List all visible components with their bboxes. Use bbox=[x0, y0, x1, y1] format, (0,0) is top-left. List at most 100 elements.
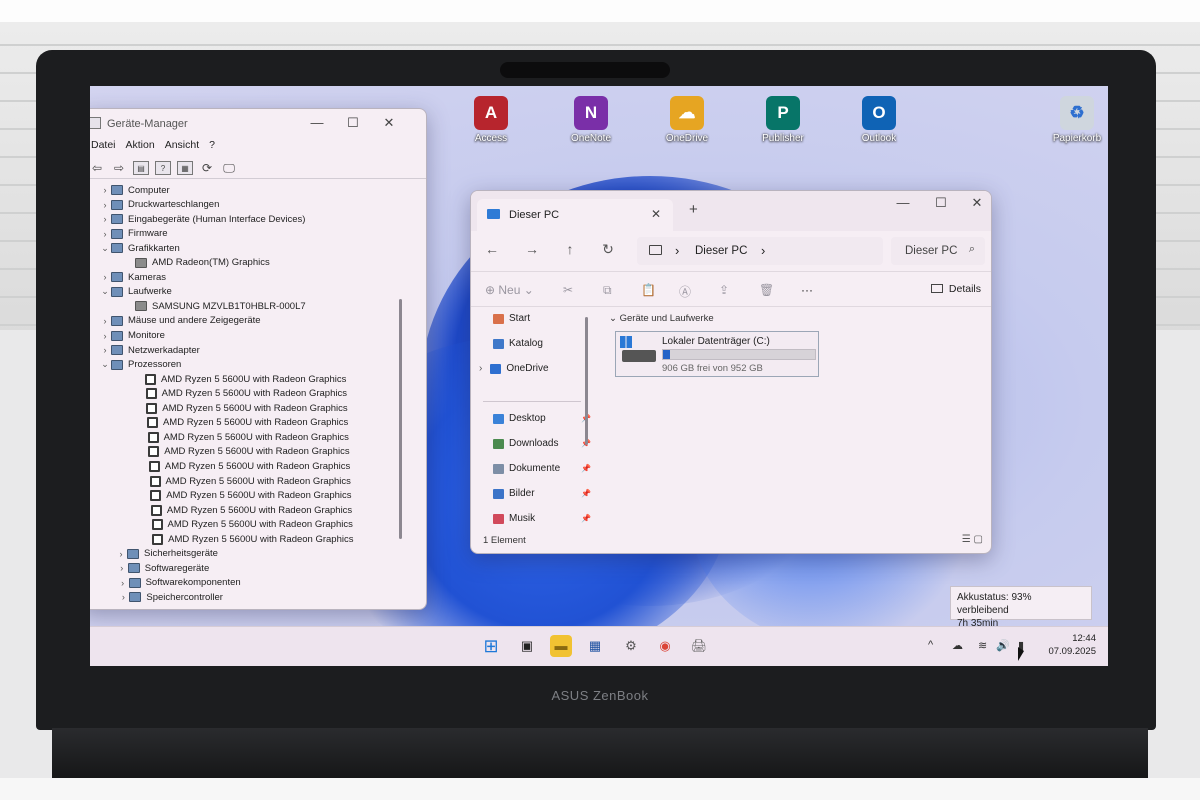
tree-node[interactable]: SAMSUNG MZVLB1T0HBLR-000L7 bbox=[123, 299, 306, 313]
nav-item-start[interactable]: Start bbox=[493, 313, 530, 324]
tree-node[interactable]: › Sicherheitsgeräte bbox=[115, 547, 218, 561]
desktop-icon-publisher[interactable]: P Publisher bbox=[750, 96, 816, 144]
forward-icon[interactable]: → bbox=[523, 241, 541, 257]
nav-item-katalog[interactable]: Katalog bbox=[493, 338, 543, 349]
pin-icon[interactable]: 📌 bbox=[581, 514, 591, 523]
chrome-icon[interactable]: ◉ bbox=[654, 635, 676, 657]
tree-node[interactable]: AMD Ryzen 5 5600U with Radeon Graphics bbox=[139, 503, 352, 517]
chevron-right-icon[interactable]: › bbox=[99, 229, 111, 239]
tree-node[interactable]: › Mäuse und andere Zeigegeräte bbox=[99, 314, 261, 328]
chevron-down-icon[interactable]: ⌄ bbox=[99, 243, 111, 254]
view-toggle-icons[interactable]: ☰ ▢ bbox=[962, 534, 983, 545]
tree-node[interactable]: AMD Ryzen 5 5600U with Radeon Graphics bbox=[138, 489, 352, 503]
nav-item-musik[interactable]: Musik 📌 bbox=[493, 513, 591, 524]
section-header[interactable]: ⌄ Geräte und Laufwerke bbox=[609, 313, 714, 324]
chevron-right-icon[interactable]: › bbox=[117, 578, 129, 588]
tree-node[interactable]: › Kameras bbox=[99, 270, 167, 284]
cut-icon[interactable]: ✂ bbox=[563, 283, 573, 297]
details-button[interactable]: Details bbox=[930, 283, 981, 295]
back-icon[interactable]: ← bbox=[483, 241, 501, 257]
tree-node[interactable]: › Softwaregeräte bbox=[116, 561, 209, 575]
start-icon[interactable]: ⊞ bbox=[480, 635, 502, 657]
tree-node[interactable]: › Softwarekomponenten bbox=[117, 576, 241, 590]
tree-node[interactable]: AMD Ryzen 5 5600U with Radeon Graphics bbox=[133, 372, 346, 386]
chevron-right-icon[interactable]: › bbox=[99, 331, 111, 341]
desktop-icon-onenote[interactable]: N OneNote bbox=[558, 96, 624, 144]
tab-dieser-pc[interactable]: Dieser PC ✕ bbox=[477, 199, 673, 231]
chevron-right-icon[interactable]: › bbox=[761, 243, 765, 258]
nav-item-desktop[interactable]: Desktop📌 bbox=[493, 413, 591, 424]
device-manager-taskbar-icon[interactable]: 🖨 bbox=[688, 635, 710, 657]
tree-node[interactable]: ⌄ Prozessoren bbox=[99, 358, 181, 372]
chevron-right-icon[interactable]: › bbox=[99, 272, 111, 282]
chevron-right-icon[interactable]: › bbox=[99, 200, 111, 210]
nav-item-onedrive[interactable]: › OneDrive bbox=[479, 363, 549, 374]
nav-item-dokumente[interactable]: Dokumente 📌 bbox=[493, 463, 591, 474]
chevron-down-icon[interactable]: ⌄ bbox=[99, 286, 111, 297]
desktop-icon-access[interactable]: A Access bbox=[458, 96, 524, 144]
rename-icon[interactable]: Ⓐ bbox=[679, 283, 691, 300]
minimize-button[interactable]: — bbox=[307, 115, 327, 130]
minimize-button[interactable]: — bbox=[893, 195, 913, 210]
settings-icon[interactable]: ⚙ bbox=[620, 635, 642, 657]
tree-node[interactable]: › Monitore bbox=[99, 329, 165, 343]
refresh-icon[interactable]: ↻ bbox=[599, 241, 617, 258]
drive-c-tile[interactable]: Lokaler Datenträger (C:) 906 GB frei von… bbox=[615, 331, 819, 377]
pin-icon[interactable]: 📌 bbox=[581, 464, 591, 473]
close-tab-icon[interactable]: ✕ bbox=[651, 207, 661, 221]
chevron-down-icon[interactable]: ⌄ bbox=[99, 359, 111, 370]
scrollbar[interactable] bbox=[585, 317, 588, 445]
chevron-right-icon[interactable]: › bbox=[116, 563, 128, 573]
new-tab-icon[interactable]: + bbox=[689, 201, 698, 218]
maximize-button[interactable]: ☐ bbox=[931, 195, 951, 211]
close-button[interactable]: ✕ bbox=[379, 115, 399, 131]
tree-node[interactable]: › Speichercontroller bbox=[117, 590, 223, 604]
share-icon[interactable]: ⇪ bbox=[719, 283, 729, 297]
cloud-icon[interactable]: ☁ bbox=[952, 639, 963, 652]
new-button[interactable]: ⊕ Neu ⌄ bbox=[485, 283, 534, 297]
clock[interactable]: 12:44 07.09.2025 bbox=[1044, 632, 1096, 658]
scan-hardware-icon[interactable]: ⟳ bbox=[199, 161, 215, 175]
back-arrow-icon[interactable]: ⇦ bbox=[90, 161, 105, 175]
chevron-right-icon[interactable]: › bbox=[99, 214, 111, 224]
tree-node[interactable]: › Firmware bbox=[99, 227, 168, 241]
close-button[interactable]: ✕ bbox=[967, 195, 987, 211]
chevron-right-icon[interactable]: › bbox=[115, 549, 127, 559]
chevron-right-icon[interactable]: › bbox=[117, 592, 129, 602]
file-explorer-window[interactable]: Dieser PC ✕ + — ☐ ✕ ← → ↑ ↻ › Dieser PC … bbox=[470, 190, 992, 554]
device-manager-window[interactable]: Geräte-Manager — ☐ ✕ Datei Aktion Ansicht?… bbox=[90, 108, 427, 610]
volume-icon[interactable]: 🔊 bbox=[996, 639, 1010, 652]
tree-node[interactable]: AMD Ryzen 5 5600U with Radeon Graphics bbox=[137, 459, 350, 473]
tree-node[interactable]: › Netzwerkadapter bbox=[99, 343, 200, 357]
up-icon[interactable]: ↑ bbox=[561, 241, 579, 257]
tree-node[interactable]: › Eingabegeräte (Human Interface Devices) bbox=[99, 212, 306, 226]
tree-node[interactable]: AMD Ryzen 5 5600U with Radeon Graphics bbox=[138, 474, 351, 488]
tree-node[interactable]: ⌄ Laufwerke bbox=[99, 285, 172, 299]
nav-item-downloads[interactable]: Downloads📌 bbox=[493, 438, 591, 449]
copy-icon[interactable]: ⧉ bbox=[603, 283, 612, 298]
chevron-up-icon[interactable]: ^ bbox=[928, 639, 933, 651]
properties-icon[interactable]: ▤ bbox=[133, 160, 149, 175]
tree-node[interactable]: AMD Ryzen 5 5600U with Radeon Graphics bbox=[140, 518, 353, 532]
task-view-icon[interactable]: ▣ bbox=[516, 635, 538, 657]
menu-item[interactable]: Aktion bbox=[126, 139, 155, 151]
delete-icon[interactable]: 🗑 bbox=[759, 283, 774, 297]
wifi-icon[interactable]: ≋ bbox=[978, 639, 987, 652]
menu-item[interactable]: Datei bbox=[91, 139, 116, 151]
tree-node[interactable]: › Computer bbox=[99, 183, 170, 197]
store-icon[interactable]: ▦ bbox=[584, 635, 606, 657]
tree-node[interactable]: AMD Radeon(TM) Graphics bbox=[123, 256, 270, 270]
menu-item[interactable]: ? bbox=[209, 139, 215, 151]
paste-icon[interactable]: 📋 bbox=[641, 283, 656, 297]
title-bar[interactable]: Geräte-Manager — ☐ ✕ bbox=[90, 109, 426, 139]
search-input[interactable]: Dieser PC ⌕ bbox=[891, 237, 985, 265]
chevron-right-icon[interactable]: › bbox=[99, 185, 111, 195]
maximize-button[interactable]: ☐ bbox=[343, 115, 363, 131]
pin-icon[interactable]: 📌 bbox=[581, 489, 591, 498]
chevron-right-icon[interactable]: › bbox=[99, 316, 111, 326]
tree-node[interactable]: AMD Ryzen 5 5600U with Radeon Graphics bbox=[134, 387, 347, 401]
address-bar[interactable]: › Dieser PC › bbox=[637, 237, 883, 265]
tree-node[interactable]: AMD Ryzen 5 5600U with Radeon Graphics bbox=[134, 401, 348, 415]
desktop-icon-onedrive[interactable]: ☁ OneDrive bbox=[654, 96, 720, 144]
more-options-icon[interactable]: ··· bbox=[801, 283, 813, 297]
